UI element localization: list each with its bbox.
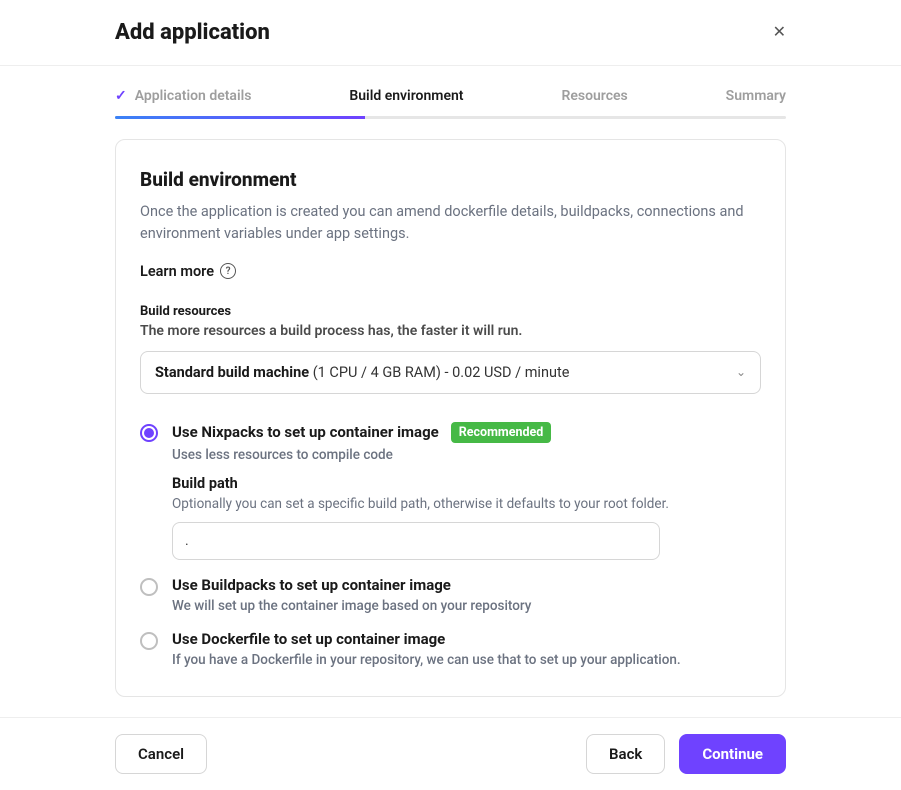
- content-area: Build environment Once the application i…: [0, 119, 901, 717]
- step-application-details[interactable]: ✓ Application details: [115, 88, 251, 104]
- modal-footer: Cancel Back Continue: [0, 717, 901, 790]
- footer-right-group: Back Continue: [586, 734, 786, 774]
- radio-input-buildpacks[interactable]: [140, 578, 158, 596]
- build-path-input[interactable]: [172, 522, 660, 560]
- radio-title-row: Use Buildpacks to set up container image: [172, 576, 761, 594]
- radio-title-row: Use Nixpacks to set up container image R…: [172, 422, 761, 443]
- build-machine-value: Standard build machine (1 CPU / 4 GB RAM…: [155, 364, 569, 381]
- build-machine-select[interactable]: Standard build machine (1 CPU / 4 GB RAM…: [140, 351, 761, 394]
- step-label: Resources: [561, 88, 627, 104]
- build-path-section: Build path Optionally you can set a spec…: [172, 475, 761, 560]
- radio-title: Use Dockerfile to set up container image: [172, 630, 445, 648]
- radio-nixpacks[interactable]: Use Nixpacks to set up container image R…: [140, 422, 761, 560]
- continue-button[interactable]: Continue: [679, 734, 786, 774]
- radio-description: If you have a Dockerfile in your reposit…: [172, 652, 761, 668]
- help-icon: ?: [220, 263, 236, 279]
- modal-header: Add application ✕: [0, 0, 901, 66]
- radio-buildpacks[interactable]: Use Buildpacks to set up container image…: [140, 576, 761, 614]
- stepper-progress-track: [115, 116, 786, 119]
- radio-title: Use Buildpacks to set up container image: [172, 576, 451, 594]
- step-summary[interactable]: Summary: [726, 88, 786, 104]
- radio-content: Use Buildpacks to set up container image…: [172, 576, 761, 614]
- step-build-environment[interactable]: Build environment: [349, 88, 463, 104]
- learn-more-label: Learn more: [140, 263, 214, 280]
- step-label: Summary: [726, 88, 786, 104]
- radio-title: Use Nixpacks to set up container image: [172, 423, 439, 441]
- radio-description: Uses less resources to compile code: [172, 447, 761, 463]
- chevron-down-icon: ⌄: [736, 365, 746, 379]
- build-machine-detail: (1 CPU / 4 GB RAM) - 0.02 USD / minute: [309, 364, 569, 381]
- radio-input-nixpacks[interactable]: [140, 424, 158, 442]
- radio-content: Use Dockerfile to set up container image…: [172, 630, 761, 668]
- section-title: Build environment: [140, 168, 761, 191]
- step-label: Application details: [135, 88, 252, 104]
- radio-description: We will set up the container image based…: [172, 598, 761, 614]
- close-icon: ✕: [773, 24, 786, 41]
- cancel-button[interactable]: Cancel: [115, 734, 207, 774]
- step-label: Build environment: [349, 88, 463, 104]
- radio-dockerfile[interactable]: Use Dockerfile to set up container image…: [140, 630, 761, 668]
- recommended-badge: Recommended: [451, 422, 552, 443]
- check-icon: ✓: [115, 88, 127, 104]
- build-machine-name: Standard build machine: [155, 364, 309, 381]
- step-resources[interactable]: Resources: [561, 88, 627, 104]
- learn-more-link[interactable]: Learn more ?: [140, 263, 236, 280]
- build-environment-card: Build environment Once the application i…: [115, 139, 786, 697]
- radio-input-dockerfile[interactable]: [140, 632, 158, 650]
- container-image-radiogroup: Use Nixpacks to set up container image R…: [140, 422, 761, 668]
- section-description: Once the application is created you can …: [140, 201, 761, 245]
- build-resources-label: Build resources: [140, 304, 761, 319]
- build-path-description: Optionally you can set a specific build …: [172, 496, 761, 512]
- radio-title-row: Use Dockerfile to set up container image: [172, 630, 761, 648]
- build-resources-group: Build resources The more resources a bui…: [140, 304, 761, 394]
- build-path-title: Build path: [172, 475, 761, 492]
- stepper: ✓ Application details Build environment …: [0, 66, 901, 104]
- close-button[interactable]: ✕: [773, 25, 786, 41]
- page-title: Add application: [115, 20, 270, 45]
- build-resources-description: The more resources a build process has, …: [140, 323, 761, 339]
- stepper-progress-fill: [115, 116, 365, 119]
- radio-content: Use Nixpacks to set up container image R…: [172, 422, 761, 560]
- back-button[interactable]: Back: [586, 734, 665, 774]
